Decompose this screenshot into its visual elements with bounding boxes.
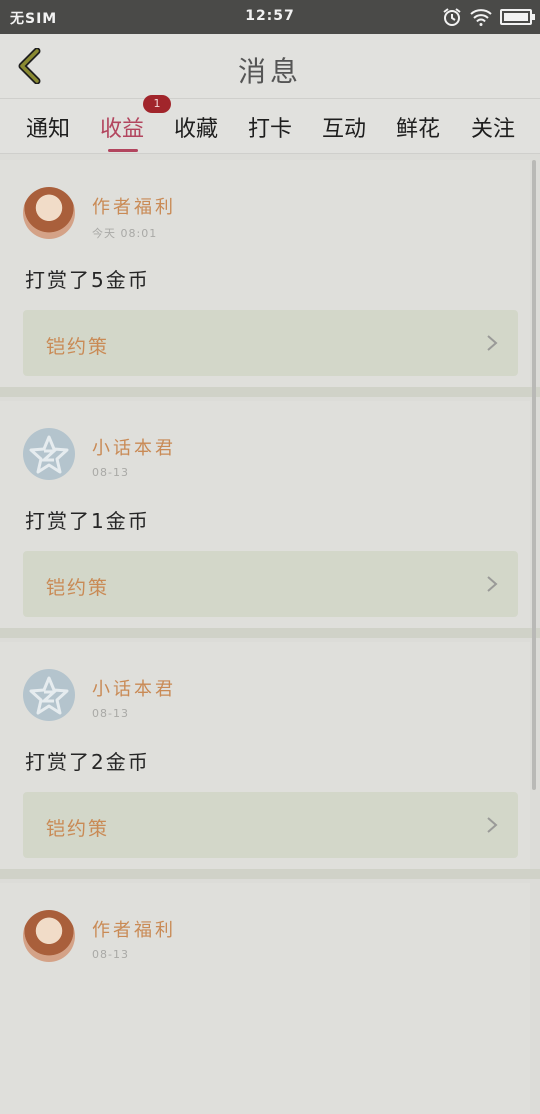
card-divider (0, 387, 540, 397)
tab-bar: 通知 收益 收藏 打卡 互动 鲜花 关注 (0, 99, 540, 154)
message-text: 打赏了1金币 (25, 509, 150, 533)
timestamp: 08-13 (92, 948, 129, 961)
timestamp: 今天 08:01 (92, 227, 158, 240)
alarm-icon (443, 8, 461, 26)
scrollbar[interactable] (532, 160, 536, 790)
default-avatar-icon (29, 676, 69, 715)
message-text: 打赏了2金币 (25, 750, 150, 774)
status-bar: 无SIM 12:57 (0, 0, 540, 34)
tab-notice[interactable]: 通知 (13, 111, 83, 143)
work-title: 铠约策 (46, 336, 110, 358)
default-avatar-icon (29, 435, 69, 474)
work-title: 铠约策 (46, 818, 110, 840)
author-name[interactable]: 作者福利 (92, 916, 176, 942)
tab-earnings[interactable]: 收益 (87, 111, 157, 143)
tab-follow[interactable]: 关注 (458, 111, 528, 143)
author-name[interactable]: 小话本君 (92, 434, 176, 460)
chevron-right-icon (487, 817, 498, 833)
wifi-icon (470, 9, 492, 26)
tab-favorites[interactable]: 收藏 (161, 111, 231, 143)
author-name[interactable]: 作者福利 (92, 193, 176, 219)
page-title: 消息 (237, 55, 302, 88)
tab-flowers[interactable]: 鲜花 (383, 111, 453, 143)
message-card: 小话本君 08-13 打赏了1金币 铠约策 (0, 401, 530, 632)
work-link[interactable]: 铠约策 (23, 551, 518, 617)
message-card: 小话本君 08-13 打赏了2金币 铠约策 (0, 642, 530, 873)
tab-checkin[interactable]: 打卡 (235, 111, 305, 143)
tab-badge: 1 (143, 95, 171, 113)
chevron-right-icon (487, 335, 498, 351)
avatar[interactable] (23, 187, 75, 239)
chevron-right-icon (487, 576, 498, 592)
card-divider (0, 628, 540, 638)
avatar[interactable] (23, 910, 75, 962)
tab-interaction[interactable]: 互动 (309, 111, 379, 143)
author-name[interactable]: 小话本君 (92, 675, 176, 701)
work-title: 铠约策 (46, 577, 110, 599)
timestamp: 08-13 (92, 466, 129, 479)
status-icons (442, 6, 535, 28)
message-card: 作者福利 08-13 (0, 883, 530, 1114)
battery-icon (500, 9, 535, 25)
header: 消息 (0, 34, 540, 99)
message-text: 打赏了5金币 (25, 268, 150, 292)
card-divider (0, 869, 540, 879)
work-link[interactable]: 铠约策 (23, 792, 518, 858)
work-link[interactable]: 铠约策 (23, 310, 518, 376)
message-card: 作者福利 今天 08:01 打赏了5金币 铠约策 (0, 160, 530, 391)
active-tab-indicator (108, 149, 138, 152)
avatar[interactable] (23, 428, 75, 480)
avatar[interactable] (23, 669, 75, 721)
timestamp: 08-13 (92, 707, 129, 720)
